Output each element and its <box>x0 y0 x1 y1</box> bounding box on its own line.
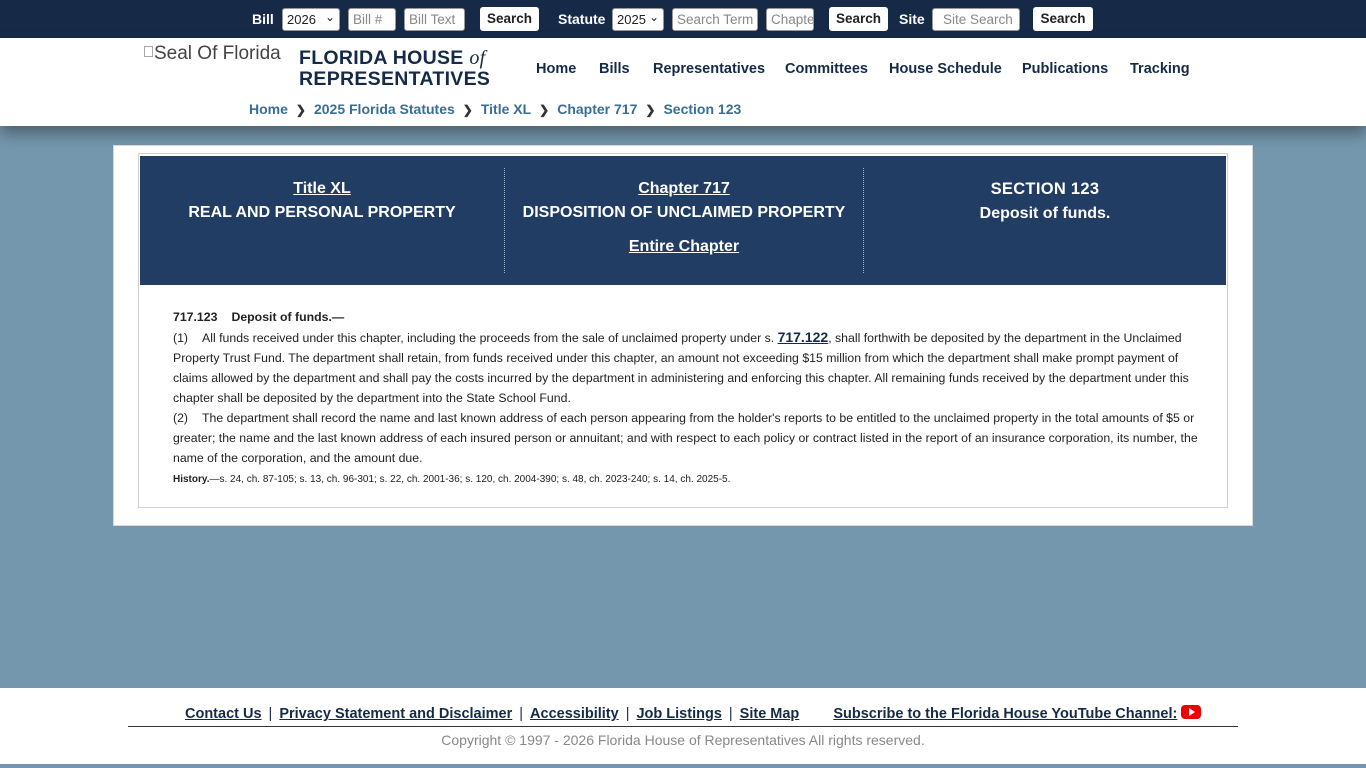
bill-text-input[interactable]: Bill Text <box>404 8 465 31</box>
banner-chapter-column: Chapter 717 DISPOSITION OF UNCLAIMED PRO… <box>504 168 863 273</box>
footer-links: Contact Us | Privacy Statement and Disclai… <box>185 705 1202 722</box>
chevron-right-icon: ❯ <box>462 103 473 117</box>
breadcrumb-chapter[interactable]: Chapter 717 <box>557 101 637 117</box>
footer-divider: | <box>625 706 630 722</box>
nav-house-schedule[interactable]: House Schedule <box>889 61 1002 77</box>
footer-divider: | <box>268 706 273 722</box>
seal-image[interactable]: Seal Of Florida <box>144 43 287 67</box>
subsection-2: (2) The department shall record the name … <box>159 408 1207 468</box>
title-link[interactable]: Title XL <box>140 180 504 198</box>
section-number: 717.123 <box>173 310 218 324</box>
site-logo-text[interactable]: FLORIDA HOUSE of REPRESENTATIVES <box>299 48 490 90</box>
section-name: Deposit of funds. <box>979 205 1111 222</box>
statute-banner: Title XL REAL AND PERSONAL PROPERTY Chap… <box>140 156 1226 285</box>
broken-image-icon <box>144 46 153 57</box>
footer-divider-line <box>128 726 1238 727</box>
section-heading: 717.123 Deposit of funds.— <box>159 307 1207 327</box>
banner-title-column: Title XL REAL AND PERSONAL PROPERTY <box>140 168 504 273</box>
chevron-down-icon: ⌄ <box>648 10 659 24</box>
statute-text: 717.123 Deposit of funds.— (1) All funds r… <box>159 307 1207 492</box>
nav-publications[interactable]: Publications <box>1022 61 1108 77</box>
subsection-1-text-a: All funds received under this chapter, i… <box>202 331 778 345</box>
nav-committees[interactable]: Committees <box>785 61 868 77</box>
footer-site-map[interactable]: Site Map <box>740 706 800 722</box>
nav-bills[interactable]: Bills <box>599 61 630 77</box>
footer-youtube-link[interactable]: Subscribe to the Florida House YouTube C… <box>833 706 1177 722</box>
section-catchline: Deposit of funds.— <box>231 310 345 324</box>
chapter-name: DISPOSITION OF UNCLAIMED PROPERTY <box>522 204 846 221</box>
statute-reference-link[interactable]: 717.122 <box>778 329 829 345</box>
banner-section-column: SECTION 123 Deposit of funds. <box>863 168 1226 273</box>
chevron-right-icon: ❯ <box>539 103 550 117</box>
bill-search-button[interactable]: Search <box>480 7 539 31</box>
youtube-icon[interactable] <box>1181 705 1202 719</box>
site-search-input[interactable]: Site Search <box>932 8 1020 31</box>
bill-number-input[interactable]: Bill # <box>348 8 396 31</box>
footer-privacy[interactable]: Privacy Statement and Disclaimer <box>279 706 512 722</box>
breadcrumb-section[interactable]: Section 123 <box>663 101 741 117</box>
breadcrumb-home[interactable]: Home <box>249 101 288 117</box>
subsection-2-number: (2) <box>173 411 189 425</box>
site-search-button[interactable]: Search <box>1033 7 1093 31</box>
chevron-down-icon: ⌄ <box>324 10 335 24</box>
footer-job-listings[interactable]: Job Listings <box>636 706 721 722</box>
history-text: —s. 24, ch. 87-105; s. 13, ch. 96-301; s… <box>209 474 731 485</box>
history-note: History.—s. 24, ch. 87-105; s. 13, ch. 9… <box>159 468 1207 492</box>
bill-year-value: 2026 <box>287 12 316 27</box>
chapter-link[interactable]: Chapter 717 <box>505 180 863 198</box>
footer-divider: | <box>519 706 524 722</box>
copyright-text: Copyright © 1997 - 2026 Florida House of… <box>441 732 925 748</box>
nav-home[interactable]: Home <box>536 61 576 77</box>
site-header: Seal Of Florida FLORIDA HOUSE of REPRESE… <box>0 38 1366 126</box>
history-label: History. <box>173 474 210 485</box>
title-name: REAL AND PERSONAL PROPERTY <box>188 204 456 221</box>
statute-year-value: 2025 <box>617 12 646 27</box>
footer-divider: | <box>728 706 733 722</box>
statute-search-button[interactable]: Search <box>829 7 888 31</box>
section-label: SECTION 123 <box>990 180 1100 198</box>
subsection-1-number: (1) <box>173 331 189 345</box>
chevron-right-icon: ❯ <box>295 103 306 117</box>
footer-contact-us[interactable]: Contact Us <box>185 706 262 722</box>
site-footer: Contact Us | Privacy Statement and Disclai… <box>0 688 1366 764</box>
statute-label: Statute <box>558 11 606 27</box>
footer-accessibility[interactable]: Accessibility <box>530 706 619 722</box>
site-label: Site <box>899 11 925 27</box>
search-term-input[interactable]: Search Term <box>672 8 758 31</box>
nav-representatives[interactable]: Representatives <box>653 61 765 77</box>
statute-year-select[interactable]: 2025 ⌄ <box>612 8 664 31</box>
seal-alt-text: Seal Of Florida <box>154 43 281 64</box>
brand-line2: REPRESENTATIVES <box>299 68 491 90</box>
chapter-input[interactable]: Chapter <box>766 8 814 31</box>
breadcrumb-title[interactable]: Title XL <box>481 101 531 117</box>
breadcrumb-statutes[interactable]: 2025 Florida Statutes <box>314 101 455 117</box>
bill-year-select[interactable]: 2026 ⌄ <box>282 8 340 31</box>
entire-chapter-link[interactable]: Entire Chapter <box>505 238 863 256</box>
subsection-1: (1) All funds received under this chapter… <box>159 327 1207 408</box>
breadcrumb: Home ❯ 2025 Florida Statutes ❯ Title XL ❯ Chap… <box>249 101 741 117</box>
bill-label: Bill <box>252 11 274 27</box>
nav-tracking[interactable]: Tracking <box>1130 61 1190 77</box>
brand-of: of <box>469 47 486 69</box>
chevron-right-icon: ❯ <box>645 103 656 117</box>
subsection-2-text: The department shall record the name and… <box>173 411 1198 465</box>
top-search-bar: Bill 2026 ⌄ Bill # Bill Text Search Stat… <box>0 0 1366 38</box>
brand-line1: FLORIDA HOUSE <box>299 47 470 69</box>
